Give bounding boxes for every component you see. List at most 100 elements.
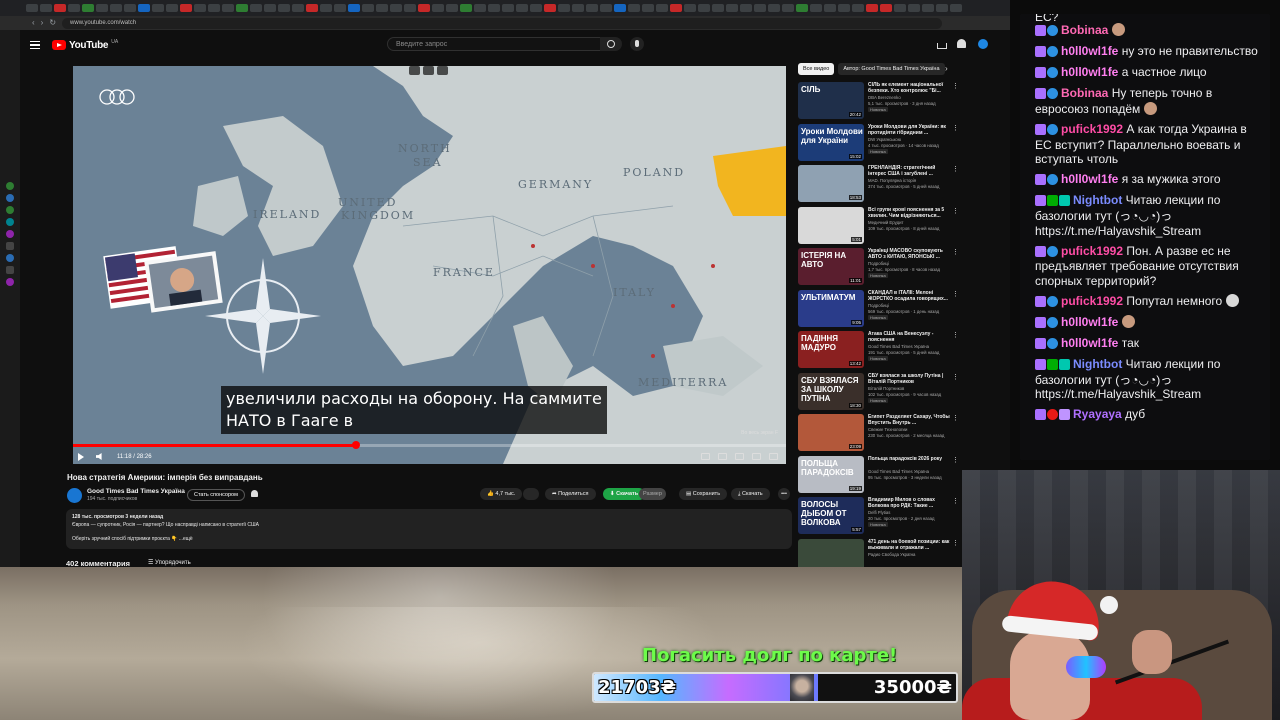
play-button-icon[interactable] — [78, 452, 84, 461]
recommendation-title[interactable]: Всі групи крові пояснення за 5 хвилин. Ч… — [868, 207, 952, 219]
recommendation-thumbnail[interactable]: ІСТЕРІЯ НА АВТО 11:01 — [798, 248, 864, 285]
fullscreen-icon[interactable] — [769, 453, 778, 460]
browser-tab[interactable] — [40, 4, 52, 12]
chat-username[interactable]: Bobinaa — [1061, 23, 1108, 37]
browser-tab[interactable] — [138, 4, 150, 12]
recommendation-item[interactable]: 23:09 Египет Разделяет Сахару, Чтобы Впус… — [798, 414, 963, 456]
recommendation-thumbnail[interactable]: ПАДІННЯ МАДУРО 13:42 — [798, 331, 864, 368]
browser-tab[interactable] — [810, 4, 822, 12]
recommendation-title[interactable]: Владимир Милов о словах Волкова про РДК:… — [868, 497, 952, 509]
recommendation-thumbnail[interactable]: УЛЬТИМАТУМ 9:05 — [798, 289, 864, 327]
recommendation-item[interactable]: Уроки Молдови для України 15:02 Уроки Молд… — [798, 123, 963, 166]
like-button[interactable]: 👍 4,7 тыс. — [480, 488, 523, 500]
browser-tab[interactable] — [712, 4, 724, 12]
recommendation-thumbnail[interactable]: 23:09 — [798, 414, 864, 451]
browser-tab[interactable] — [866, 4, 878, 12]
chat-username[interactable]: pufick1992 — [1061, 244, 1123, 258]
browser-tab[interactable] — [404, 4, 416, 12]
browser-tab[interactable] — [824, 4, 836, 12]
browser-tab[interactable] — [852, 4, 864, 12]
recommendation-item[interactable]: УЛЬТИМАТУМ 9:05 СКАНДАЛ в ІТАЛІЇ: Мелоні Ж… — [798, 289, 963, 332]
browser-tab[interactable] — [726, 4, 738, 12]
browser-tab[interactable] — [26, 4, 38, 12]
more-vert-icon[interactable]: ⋮ — [952, 165, 959, 173]
recommendation-title[interactable]: СКАНДАЛ в ІТАЛІЇ: Мелоні ЖОРСТКО осадила… — [868, 290, 952, 302]
more-vert-icon[interactable]: ⋮ — [952, 207, 959, 215]
more-actions-icon[interactable]: ••• — [778, 488, 790, 500]
browser-tab[interactable] — [432, 4, 444, 12]
browser-tab[interactable] — [54, 4, 66, 12]
join-sponsor-button[interactable]: Стать спонсором — [187, 489, 245, 501]
discord-icon[interactable] — [6, 254, 14, 262]
browser-tab[interactable] — [460, 4, 472, 12]
chat-username[interactable]: h0ll0wl1fe — [1061, 172, 1118, 186]
theater-mode-icon[interactable] — [752, 453, 761, 460]
recommendation-title[interactable]: Египет Разделяет Сахару, Чтобы Впустить … — [868, 414, 952, 426]
telegram-icon[interactable] — [6, 194, 14, 202]
browser-tab[interactable] — [348, 4, 360, 12]
dislike-button[interactable] — [523, 488, 539, 500]
browser-tab[interactable] — [782, 4, 794, 12]
subscription-bell-icon[interactable] — [251, 490, 258, 497]
browser-tab[interactable] — [698, 4, 710, 12]
recommendation-title[interactable]: Польща парадоксів 2026 року — [868, 456, 952, 462]
browser-tab[interactable] — [656, 4, 668, 12]
chat-username[interactable]: Ryayaya — [1073, 407, 1122, 421]
subtitles-icon[interactable] — [718, 453, 727, 460]
recommendation-item[interactable]: 471 день на боевой позиции: как выживали… — [798, 538, 963, 567]
video-player[interactable]: NORTH SEA UNITED KINGDOM GERMANY POLAND … — [73, 66, 786, 464]
hamburger-menu-icon[interactable] — [30, 40, 40, 50]
browser-tab[interactable] — [600, 4, 612, 12]
extension-icon[interactable] — [6, 278, 14, 286]
browser-tab[interactable] — [82, 4, 94, 12]
browser-tab[interactable] — [194, 4, 206, 12]
browser-tab[interactable] — [740, 4, 752, 12]
browser-tab[interactable] — [894, 4, 906, 12]
browser-tab[interactable] — [306, 4, 318, 12]
browser-tab[interactable] — [124, 4, 136, 12]
browser-tab[interactable] — [418, 4, 430, 12]
whatsapp-icon[interactable] — [6, 206, 14, 214]
browser-tab[interactable] — [684, 4, 696, 12]
chat-username[interactable]: h0ll0wl1fe — [1061, 336, 1118, 350]
browser-tab[interactable] — [264, 4, 276, 12]
browser-tab[interactable] — [796, 4, 808, 12]
more-vert-icon[interactable]: ⋮ — [952, 539, 959, 547]
browser-tab[interactable] — [446, 4, 458, 12]
recommendation-item[interactable]: СІЛЬ 20:42 СІЛЬ як елемент національної бе… — [798, 82, 963, 124]
back-icon[interactable]: ‹ — [32, 19, 35, 27]
share-overlay-icon[interactable] — [423, 66, 434, 75]
browser-tab[interactable] — [768, 4, 780, 12]
browser-tab[interactable] — [68, 4, 80, 12]
more-vert-icon[interactable]: ⋮ — [952, 290, 959, 298]
browser-tab[interactable] — [278, 4, 290, 12]
chip-all-videos[interactable]: Все видео — [798, 63, 835, 75]
browser-tab[interactable] — [180, 4, 192, 12]
player-more-icon[interactable] — [437, 66, 448, 75]
browser-tab[interactable] — [208, 4, 220, 12]
recommendation-title[interactable]: ГРЕНЛАНДІЯ: стратегічний інтерес США і з… — [868, 165, 952, 177]
browser-tab[interactable] — [474, 4, 486, 12]
notifications-bell-icon[interactable] — [957, 39, 966, 48]
autoplay-toggle-icon[interactable] — [701, 453, 710, 460]
browser-tab[interactable] — [572, 4, 584, 12]
chat-username[interactable]: pufick1992 — [1061, 122, 1123, 136]
chat-username[interactable]: Bobinaa — [1061, 86, 1108, 100]
recommendation-thumbnail[interactable] — [798, 538, 864, 567]
recommendation-thumbnail[interactable]: 5:01 — [798, 206, 864, 244]
chat-username[interactable]: h0ll0wl1fe — [1061, 65, 1118, 79]
recommendation-title[interactable]: 471 день на боевой позиции: как выживали… — [868, 539, 952, 551]
chat-username[interactable]: Nightbot — [1073, 193, 1122, 207]
chat-username[interactable]: pufick1992 — [1061, 294, 1123, 308]
recommendation-title[interactable]: СІЛЬ як елемент національної безпеки. Хт… — [868, 82, 952, 94]
chevron-right-icon[interactable]: › — [945, 64, 948, 73]
recommendation-item[interactable]: ВОЛОСЫ ДЫБОМ ОТ ВОЛКОВА 5:57 Владимир Мило… — [798, 497, 963, 539]
more-vert-icon[interactable]: ⋮ — [952, 497, 959, 505]
more-vert-icon[interactable]: ⋮ — [952, 414, 959, 422]
x-icon[interactable] — [6, 242, 14, 250]
download-size-select[interactable]: Размер — [639, 488, 666, 500]
more-vert-icon[interactable]: ⋮ — [952, 331, 959, 339]
browser-tab[interactable] — [880, 4, 892, 12]
progress-scrubber-handle[interactable] — [352, 441, 361, 449]
volume-icon[interactable] — [96, 453, 102, 460]
